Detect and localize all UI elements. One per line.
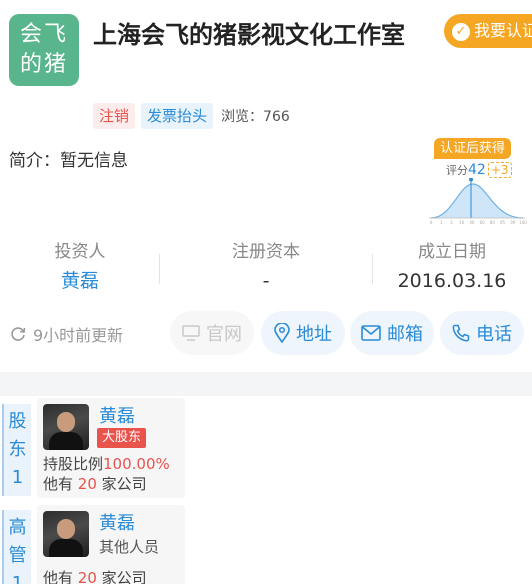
- avatar-body: [49, 432, 83, 450]
- divider: [159, 254, 160, 284]
- tick-labels: 0 1 3 10 40 60 80 95 99 100: [430, 220, 527, 225]
- logo-line-1: 会飞: [19, 22, 68, 47]
- update-text: 9小时前更新: [33, 326, 124, 345]
- related-companies-prefix: 他有: [43, 569, 74, 584]
- share-ratio-label: 持股比例: [43, 455, 104, 473]
- phone-button[interactable]: 电话: [440, 311, 524, 355]
- stat-capital-value: -: [262, 270, 270, 292]
- stat-investor-value[interactable]: 黄磊: [30, 266, 130, 296]
- email-label: 邮箱: [387, 324, 423, 345]
- shareholder-tab[interactable]: 股 东 1: [2, 404, 31, 496]
- executive-card[interactable]: 黄磊 其他人员 他有 20 家公司: [37, 505, 185, 584]
- monitor-icon: [182, 325, 200, 341]
- stat-founded: 成立日期 2016.03.16: [392, 240, 512, 296]
- divider: [372, 254, 373, 284]
- tick-label: 1: [440, 220, 443, 225]
- shareholder-name[interactable]: 黄磊: [99, 402, 135, 428]
- tick-label: 95: [500, 220, 506, 225]
- stat-investor-label: 投资人: [54, 242, 106, 262]
- executive-tab-char: 高: [8, 517, 27, 538]
- score-value: 42: [468, 162, 486, 178]
- score-distribution-chart: 0 1 3 10 40 60 80 95 99 100: [429, 178, 527, 225]
- stat-founded-label: 成立日期: [418, 242, 486, 262]
- avatar: [43, 404, 89, 450]
- logo-line-2: 的猪: [19, 52, 68, 77]
- avatar-body: [49, 539, 83, 557]
- email-button[interactable]: 邮箱: [350, 311, 434, 355]
- executive-role: 其他人员: [99, 538, 160, 556]
- executive-tab-count: 1: [11, 573, 24, 584]
- status-badge: 注销: [93, 103, 136, 129]
- phone-label: 电话: [476, 324, 512, 345]
- executive-tab[interactable]: 高 管 1: [2, 510, 31, 584]
- tick-label: 3: [450, 220, 453, 225]
- certify-button[interactable]: ✓ 我要认证: [444, 14, 532, 48]
- shareholder-tab-char: 东: [8, 439, 27, 460]
- phone-icon: [452, 324, 470, 342]
- check-icon: ✓: [452, 22, 470, 41]
- related-companies-suffix: 家公司: [101, 475, 147, 493]
- stat-founded-value: 2016.03.16: [397, 270, 507, 292]
- website-label: 官网: [206, 324, 242, 345]
- related-companies-count: 20: [77, 569, 97, 584]
- tick-label: 100: [519, 220, 527, 225]
- update-status[interactable]: 9小时前更新: [9, 322, 123, 346]
- mail-icon: [361, 325, 381, 341]
- score-card[interactable]: 认证后获得 评分42 +3 0 1 3 10 40 60 80 95 99 100: [425, 138, 530, 228]
- invoice-tag[interactable]: 发票抬头: [141, 103, 214, 129]
- website-button[interactable]: 官网: [170, 311, 254, 355]
- shareholder-card[interactable]: 黄磊 大股东 持股比例100.00% 他有 20 家公司: [37, 398, 185, 498]
- related-companies[interactable]: 他有 20 家公司: [43, 473, 147, 494]
- share-ratio-value: 100.00%: [103, 455, 170, 473]
- address-button[interactable]: 地址: [261, 311, 345, 355]
- stat-capital: 注册资本 -: [206, 240, 326, 296]
- executive-tab-char: 管: [8, 545, 27, 566]
- score-bonus: +3: [487, 162, 512, 178]
- related-companies-prefix: 他有: [43, 475, 74, 493]
- related-companies-count: 20: [77, 475, 97, 493]
- tick-label: 10: [459, 220, 465, 225]
- address-label: 地址: [296, 324, 332, 345]
- shareholder-tab-count: 1: [11, 467, 24, 488]
- related-companies-suffix: 家公司: [101, 569, 147, 584]
- tick-label: 60: [480, 220, 486, 225]
- tick-label: 0: [430, 220, 433, 225]
- tag-row: 注销 发票抬头 浏览：766: [93, 103, 290, 129]
- shareholder-tab-char: 股: [8, 411, 27, 432]
- tick-label: 40: [469, 220, 475, 225]
- score-badge: 认证后获得: [434, 138, 512, 159]
- avatar-head: [57, 412, 75, 432]
- related-companies[interactable]: 他有 20 家公司: [43, 567, 147, 584]
- avatar: [43, 511, 89, 557]
- company-intro: 简介：暂无信息: [9, 151, 128, 171]
- score-line: 评分42 +3: [446, 162, 512, 178]
- company-profile-page: 会飞 的猪 上海会飞的猪影视文化工作室 ✓ 我要认证 注销 发票抬头 浏览：766…: [0, 0, 532, 584]
- share-ratio: 持股比例100.00%: [43, 453, 170, 474]
- score-label: 评分: [446, 164, 468, 177]
- location-pin-icon: [274, 323, 290, 343]
- executive-name[interactable]: 黄磊: [99, 509, 135, 535]
- score-marker-dot: [469, 178, 473, 182]
- view-count: 浏览：766: [221, 109, 290, 125]
- company-logo: 会飞 的猪: [9, 14, 79, 86]
- tick-label: 99: [510, 220, 516, 225]
- avatar-head: [57, 519, 75, 539]
- certify-label: 我要认证: [474, 21, 532, 40]
- section-divider: [0, 372, 532, 396]
- tick-label: 80: [490, 220, 496, 225]
- stat-investor[interactable]: 投资人 黄磊: [30, 240, 130, 296]
- refresh-icon: [11, 327, 26, 341]
- company-name: 上海会飞的猪影视文化工作室: [93, 21, 405, 49]
- major-shareholder-badge: 大股东: [97, 428, 147, 448]
- stat-capital-label: 注册资本: [232, 242, 300, 262]
